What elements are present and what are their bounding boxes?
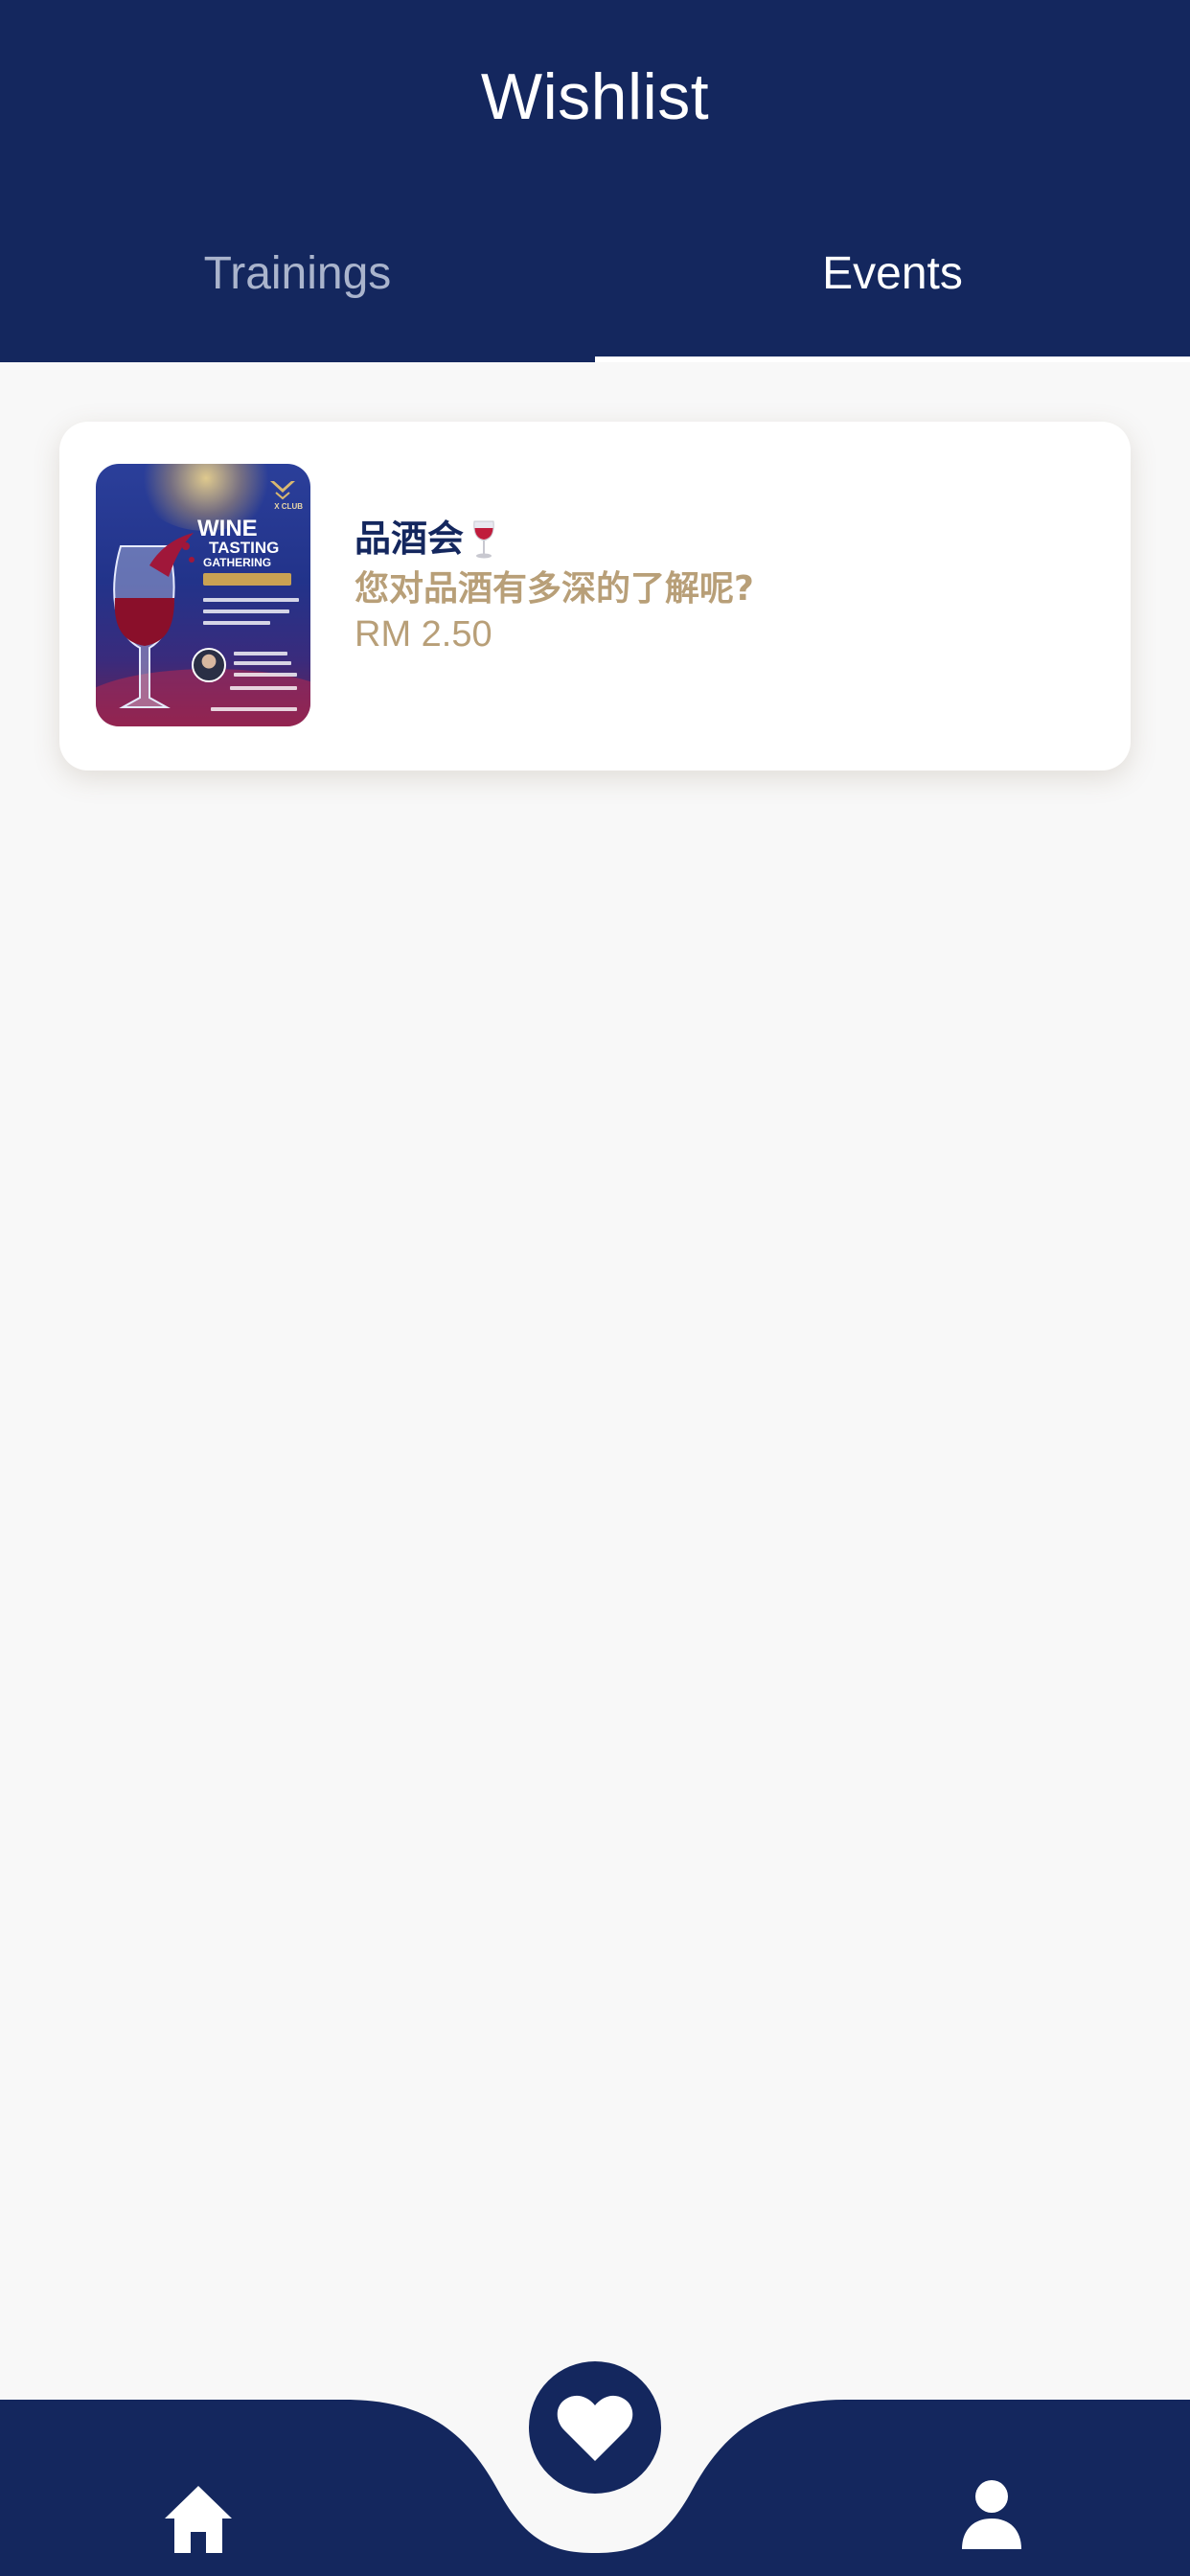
thumbnail-info-line xyxy=(234,652,287,656)
thumbnail-info-line xyxy=(203,598,299,602)
event-thumbnail: X CLUB WINE TASTING GATHERING xyxy=(96,464,310,726)
header-bar: Wishlist Trainings Events xyxy=(0,0,1190,362)
event-price: RM 2.50 xyxy=(355,613,492,655)
wine-glass-icon xyxy=(473,520,494,559)
user-icon[interactable] xyxy=(960,2478,1023,2551)
thumbnail-heading-2: TASTING xyxy=(209,539,280,557)
wine-glass-image xyxy=(113,533,195,708)
home-icon[interactable] xyxy=(161,2482,236,2557)
thumbnail-brand: X CLUB xyxy=(274,502,303,511)
heart-icon xyxy=(557,2395,633,2461)
thumbnail-tag xyxy=(203,573,291,586)
event-details: 品酒会 您对品酒有多深的了解呢? RM 2.50 xyxy=(355,518,754,658)
thumbnail-heading-3: GATHERING xyxy=(203,556,272,569)
tab-bar: Trainings Events xyxy=(0,220,1190,362)
tab-events[interactable]: Events xyxy=(595,220,1190,362)
wishlist-nav-button[interactable] xyxy=(529,2361,661,2494)
thumbnail-info-line xyxy=(203,621,270,625)
event-title-text: 品酒会 xyxy=(355,518,465,560)
tab-trainings[interactable]: Trainings xyxy=(0,220,595,362)
thumbnail-info-line xyxy=(234,673,297,677)
thumbnail-info-line xyxy=(230,686,297,690)
thumbnail-info-line xyxy=(211,707,297,711)
wishlist-event-card[interactable]: X CLUB WINE TASTING GATHERING 品酒会 您对品酒有多… xyxy=(59,422,1131,770)
brand-logo-icon xyxy=(270,481,295,500)
thumbnail-info-line xyxy=(234,661,291,665)
event-title: 品酒会 xyxy=(355,518,754,562)
thumbnail-info-line xyxy=(203,610,289,613)
event-subtitle: 您对品酒有多深的了解呢? xyxy=(355,568,754,609)
page-title: Wishlist xyxy=(480,60,710,133)
app-screen: Wishlist Trainings Events X CLUB WINE TA… xyxy=(0,0,1190,2576)
bottom-navigation xyxy=(0,2361,1190,2576)
